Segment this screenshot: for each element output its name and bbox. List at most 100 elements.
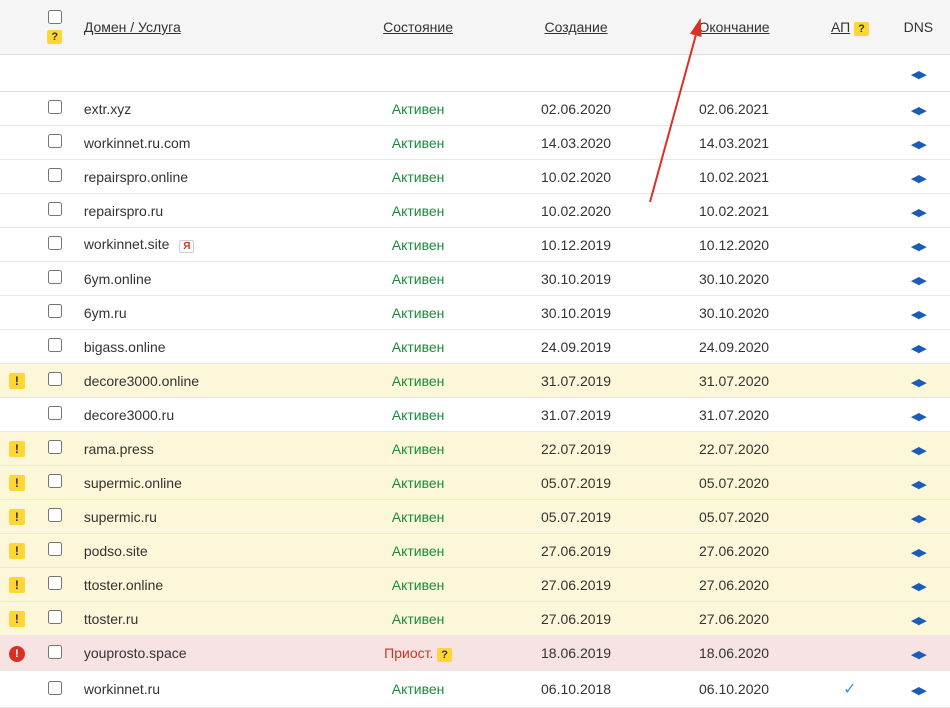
row-checkbox[interactable]	[48, 270, 62, 284]
dns-arrows-icon[interactable]: ◀▶	[911, 207, 926, 219]
domain-name[interactable]: workinnet.ru	[84, 681, 160, 697]
help-icon[interactable]: ?	[854, 22, 869, 36]
domain-name[interactable]: extr.xyz	[84, 101, 131, 117]
dns-arrows-icon[interactable]: ◀▶	[911, 479, 926, 491]
help-icon[interactable]: ?	[47, 30, 62, 44]
row-checkbox[interactable]	[48, 168, 62, 182]
row-checkbox[interactable]	[48, 338, 62, 352]
row-checkbox[interactable]	[48, 474, 62, 488]
warning-icon[interactable]: !	[9, 577, 25, 593]
created-date: 22.07.2019	[541, 441, 611, 457]
row-checkbox[interactable]	[48, 304, 62, 318]
header-checkbox: ?	[34, 0, 76, 55]
dns-arrows-icon[interactable]: ◀▶	[911, 685, 926, 697]
status-label: Активен	[392, 373, 445, 389]
expires-date: 30.10.2020	[699, 305, 769, 321]
row-checkbox[interactable]	[48, 610, 62, 624]
status-label: Активен	[392, 543, 445, 559]
table-row: !supermic.onlineАктивен05.07.201905.07.2…	[0, 466, 950, 500]
dns-arrows-icon[interactable]: ◀▶	[911, 615, 926, 627]
row-checkbox[interactable]	[48, 681, 62, 695]
status-label: Активен	[392, 169, 445, 185]
dns-arrows-icon[interactable]: ◀▶	[911, 173, 926, 185]
domain-name[interactable]: supermic.online	[84, 475, 182, 491]
row-checkbox[interactable]	[48, 202, 62, 216]
dns-arrows-icon[interactable]: ◀▶	[911, 69, 926, 81]
warning-icon[interactable]: !	[9, 509, 25, 525]
select-all-checkbox[interactable]	[48, 10, 62, 24]
dns-arrows-icon[interactable]: ◀▶	[911, 445, 926, 457]
row-checkbox[interactable]	[48, 542, 62, 556]
expires-date: 05.07.2020	[699, 475, 769, 491]
domain-name[interactable]: podso.site	[84, 543, 148, 559]
dns-arrows-icon[interactable]: ◀▶	[911, 581, 926, 593]
expires-date: 06.10.2020	[699, 681, 769, 697]
domain-name[interactable]: workinnet.site	[84, 236, 170, 252]
dns-arrows-icon[interactable]: ◀▶	[911, 649, 926, 661]
table-row: !youprosto.spaceПриост. ?18.06.201918.06…	[0, 636, 950, 671]
created-date: 27.06.2019	[541, 543, 611, 559]
domain-name[interactable]: bigass.online	[84, 339, 166, 355]
domain-name[interactable]: ttoster.online	[84, 577, 163, 593]
dns-arrows-icon[interactable]: ◀▶	[911, 547, 926, 559]
error-icon[interactable]: !	[9, 646, 25, 662]
row-checkbox[interactable]	[48, 100, 62, 114]
row-checkbox[interactable]	[48, 372, 62, 386]
sort-ap[interactable]: АП	[831, 19, 850, 35]
table-row: extr.xyzАктивен02.06.202002.06.2021◀▶	[0, 92, 950, 126]
domain-name[interactable]: repairspro.ru	[84, 203, 163, 219]
domain-name[interactable]: 6ym.online	[84, 271, 152, 287]
created-date: 05.07.2019	[541, 509, 611, 525]
dns-arrows-icon[interactable]: ◀▶	[911, 139, 926, 151]
warning-icon[interactable]: !	[9, 475, 25, 491]
header-ap: АП ?	[813, 0, 887, 55]
expires-date: 27.06.2020	[699, 543, 769, 559]
status-label: Активен	[392, 577, 445, 593]
created-date: 27.06.2019	[541, 577, 611, 593]
table-row: repairspro.onlineАктивен10.02.202010.02.…	[0, 160, 950, 194]
row-checkbox[interactable]	[48, 508, 62, 522]
table-row: workinnet.site ЯАктивен10.12.201910.12.2…	[0, 228, 950, 262]
domain-name[interactable]: rama.press	[84, 441, 154, 457]
domains-table: ? Домен / Услуга Состояние Создание Окон…	[0, 0, 950, 708]
row-checkbox[interactable]	[48, 576, 62, 590]
warning-icon[interactable]: !	[9, 543, 25, 559]
check-icon: ✓	[843, 681, 856, 698]
dns-arrows-icon[interactable]: ◀▶	[911, 411, 926, 423]
row-checkbox[interactable]	[48, 440, 62, 454]
domain-name[interactable]: 6ym.ru	[84, 305, 127, 321]
domain-name[interactable]: decore3000.online	[84, 373, 199, 389]
header-dns: DNS	[887, 0, 950, 55]
row-checkbox[interactable]	[48, 645, 62, 659]
domain-name[interactable]: youprosto.space	[84, 645, 187, 661]
domain-name[interactable]: repairspro.online	[84, 169, 188, 185]
status-label: Активен	[392, 681, 445, 697]
dns-arrows-icon[interactable]: ◀▶	[911, 377, 926, 389]
table-row: !ttoster.ruАктивен27.06.201927.06.2020◀▶	[0, 602, 950, 636]
warning-icon[interactable]: !	[9, 441, 25, 457]
table-row: workinnet.ru.comАктивен14.03.202014.03.2…	[0, 126, 950, 160]
dns-arrows-icon[interactable]: ◀▶	[911, 513, 926, 525]
dns-arrows-icon[interactable]: ◀▶	[911, 105, 926, 117]
dns-arrows-icon[interactable]: ◀▶	[911, 343, 926, 355]
status-label: Активен	[392, 509, 445, 525]
warning-icon[interactable]: !	[9, 611, 25, 627]
domain-name[interactable]: ttoster.ru	[84, 611, 138, 627]
expires-date: 02.06.2021	[699, 101, 769, 117]
table-row: !ttoster.onlineАктивен27.06.201927.06.20…	[0, 568, 950, 602]
sort-domain[interactable]: Домен / Услуга	[84, 19, 181, 35]
row-checkbox[interactable]	[48, 406, 62, 420]
domain-name[interactable]: supermic.ru	[84, 509, 157, 525]
dns-arrows-icon[interactable]: ◀▶	[911, 275, 926, 287]
domain-name[interactable]: workinnet.ru.com	[84, 135, 191, 151]
sort-created[interactable]: Создание	[544, 19, 607, 35]
row-checkbox[interactable]	[48, 134, 62, 148]
dns-arrows-icon[interactable]: ◀▶	[911, 309, 926, 321]
dns-arrows-icon[interactable]: ◀▶	[911, 241, 926, 253]
domain-name[interactable]: decore3000.ru	[84, 407, 174, 423]
warning-icon[interactable]: !	[9, 373, 25, 389]
sort-expires[interactable]: Окончание	[698, 19, 769, 35]
row-checkbox[interactable]	[48, 236, 62, 250]
sort-status[interactable]: Состояние	[383, 19, 453, 35]
status-label: Активен	[392, 203, 445, 219]
